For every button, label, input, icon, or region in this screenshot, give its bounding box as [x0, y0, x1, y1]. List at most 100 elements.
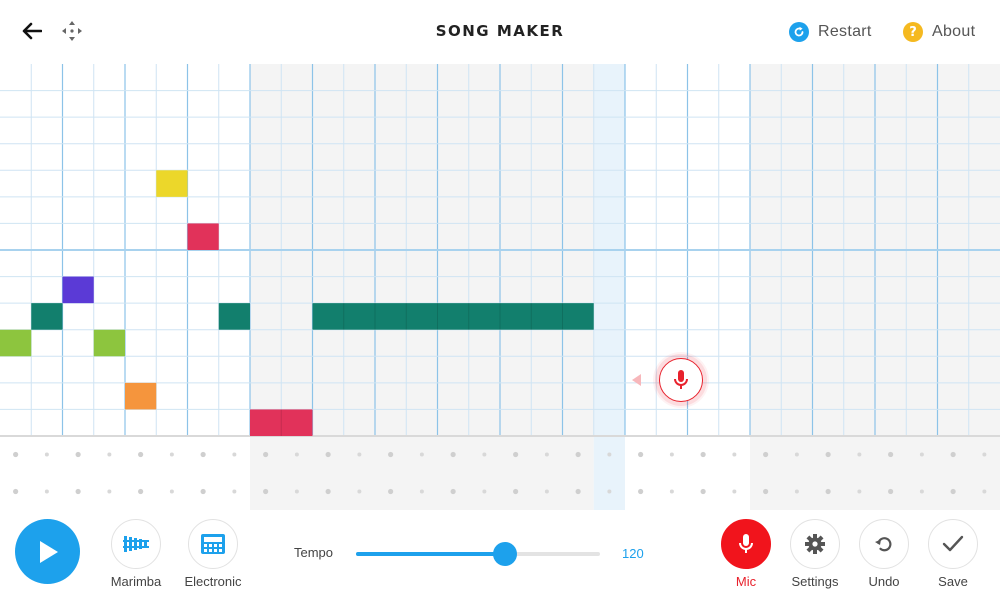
about-label: About: [932, 23, 976, 40]
help-icon: ?: [903, 22, 923, 42]
mic-button[interactable]: Mic: [711, 519, 781, 589]
rhythm-dot: [857, 489, 862, 494]
tempo-slider-thumb[interactable]: [492, 542, 517, 566]
note-block[interactable]: [218, 303, 250, 330]
note-block[interactable]: [0, 329, 32, 357]
note-block[interactable]: [125, 382, 157, 410]
undo-icon: [875, 537, 892, 552]
back-button[interactable]: [18, 17, 46, 45]
about-button[interactable]: ? About: [903, 20, 975, 44]
rhythm-dot: [888, 488, 894, 495]
rhythm-dot: [44, 452, 49, 457]
rhythm-dot: [763, 488, 769, 495]
rhythm-dot: [357, 452, 362, 457]
rhythm-dot: [732, 452, 737, 457]
gear-icon: [805, 534, 825, 554]
rhythm-dot: [138, 488, 144, 495]
rhythm-dot: [825, 488, 831, 495]
rhythm-dot: [107, 452, 112, 457]
note-grid[interactable]: [0, 64, 1000, 510]
rhythm-dot: [482, 489, 487, 494]
rhythm-dot: [763, 451, 769, 458]
rhythm-dot: [169, 452, 174, 457]
rhythm-dot: [388, 451, 394, 458]
restart-icon: [789, 22, 809, 42]
undo-button[interactable]: Undo: [849, 519, 919, 589]
rhythm-dot: [700, 488, 706, 495]
move-arrows-icon: [62, 21, 82, 41]
mic-label: Mic: [735, 574, 757, 589]
settings-button[interactable]: Settings: [780, 519, 850, 589]
rhythm-dot: [638, 451, 644, 458]
mic-position-arrow: [632, 374, 641, 386]
rhythm-dot: [919, 452, 924, 457]
rhythm-dot: [544, 452, 549, 457]
electronic-icon: [201, 534, 225, 554]
rhythm-dot: [107, 489, 112, 494]
note-grid-canvas[interactable]: [0, 64, 1000, 510]
rhythm-dot: [700, 451, 706, 458]
play-button[interactable]: [15, 519, 80, 584]
rhythm-dot: [950, 488, 956, 495]
rhythm-dot: [388, 488, 394, 495]
tempo-slider[interactable]: [356, 542, 600, 566]
save-label: Save: [938, 574, 968, 589]
rhythm-dot: [419, 489, 424, 494]
shaded-measure: [250, 64, 594, 510]
marimba-label: Marimba: [110, 574, 162, 589]
rhythm-dot: [575, 488, 581, 495]
rhythm-dot: [982, 452, 987, 457]
rhythm-dot: [607, 489, 612, 494]
move-button[interactable]: [58, 17, 86, 45]
restart-button[interactable]: Restart: [789, 20, 872, 44]
rhythm-dot: [982, 489, 987, 494]
note-block[interactable]: [156, 170, 188, 197]
tempo-slider-fill: [356, 552, 505, 556]
note-block[interactable]: [31, 303, 63, 330]
note-block[interactable]: [93, 329, 125, 357]
rhythm-dot: [169, 489, 174, 494]
rhythm-dot: [138, 451, 144, 458]
rhythm-dot: [13, 488, 19, 495]
microphone-icon: [674, 370, 688, 389]
rhythm-dot: [794, 489, 799, 494]
rhythm-dot: [732, 489, 737, 494]
rhythm-dot: [857, 452, 862, 457]
rhythm-dot: [669, 452, 674, 457]
marimba-icon: [123, 536, 149, 552]
restart-label: Restart: [818, 23, 872, 40]
note-block[interactable]: [62, 276, 94, 304]
marimba-instrument-button[interactable]: Marimba: [101, 519, 171, 589]
microphone-icon: [739, 534, 753, 553]
song-maker-app: SONG MAKER Restart ? About Marimba Elect…: [0, 0, 1000, 594]
arrow-left-icon: [22, 22, 42, 40]
note-block[interactable]: [187, 223, 219, 250]
rhythm-dot: [75, 488, 81, 495]
rhythm-dot: [825, 451, 831, 458]
undo-label: Undo: [868, 574, 900, 589]
rhythm-dot: [919, 489, 924, 494]
tempo-value: 120: [622, 546, 644, 561]
note-block[interactable]: [312, 303, 594, 330]
play-icon: [39, 540, 58, 563]
rhythm-dot: [669, 489, 674, 494]
rhythm-dot: [607, 452, 612, 457]
rhythm-dot: [513, 451, 519, 458]
rhythm-dot: [450, 451, 456, 458]
mic-record-marker[interactable]: [659, 358, 703, 402]
rhythm-dot: [232, 489, 237, 494]
rhythm-dot: [325, 488, 331, 495]
electronic-instrument-button[interactable]: Electronic: [178, 519, 248, 589]
rhythm-dot: [75, 451, 81, 458]
rhythm-dot: [950, 451, 956, 458]
rhythm-dot: [638, 488, 644, 495]
tempo-label: Tempo: [294, 545, 334, 560]
settings-label: Settings: [791, 574, 839, 589]
bottom-toolbar: Marimba Electronic Tempo 120 Mic Setting…: [0, 510, 1000, 594]
header: SONG MAKER Restart ? About: [0, 0, 1000, 64]
rhythm-dot: [232, 452, 237, 457]
save-button[interactable]: Save: [918, 519, 988, 589]
rhythm-dot: [200, 488, 206, 495]
electronic-label: Electronic: [184, 574, 242, 589]
rhythm-dot: [419, 452, 424, 457]
